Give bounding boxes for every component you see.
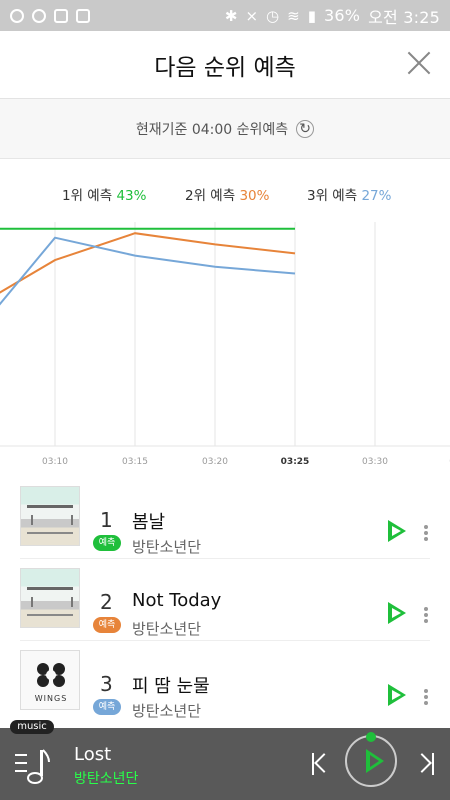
prediction-badge: 예측 bbox=[93, 535, 121, 551]
prediction-legend: 1위 예측 43% 2위 예측 30% 3위 예측 27% bbox=[0, 184, 450, 204]
x-tick-label: 03:15 bbox=[122, 457, 148, 467]
album-cover bbox=[20, 568, 80, 628]
play-pause-button[interactable] bbox=[345, 735, 397, 787]
prediction-badge: 예측 bbox=[93, 699, 121, 715]
prediction-label: 2위 예측 bbox=[185, 188, 236, 204]
next-track-icon[interactable] bbox=[412, 753, 434, 775]
clock: 오전 3:25 bbox=[368, 7, 440, 27]
prediction-3: 3위 예측 27% bbox=[307, 184, 391, 204]
track-list: 1 예측 봄날 방탄소년단 2 예측 Not Today 방탄소년단 WINGS… bbox=[0, 470, 450, 728]
x-tick-label: 03:30 bbox=[362, 457, 388, 467]
prediction-2: 2위 예측 30% bbox=[185, 184, 269, 204]
play-icon[interactable] bbox=[386, 602, 406, 624]
more-options-icon[interactable] bbox=[423, 687, 429, 707]
mini-player[interactable]: Lost 방탄소년단 bbox=[0, 728, 450, 800]
prediction-1: 1위 예측 43% bbox=[62, 184, 146, 204]
track-artist: 방탄소년단 bbox=[132, 702, 202, 720]
battery-level: 36% bbox=[323, 6, 361, 25]
series-line-3 bbox=[0, 236, 296, 306]
close-icon[interactable] bbox=[406, 50, 432, 76]
x-tick-label: 03:20 bbox=[202, 457, 228, 467]
track-rank: 2 bbox=[100, 590, 113, 614]
prediction-chart: 03:1003:1503:2003:2503:3003 bbox=[0, 222, 450, 467]
status-right: ✱ ⨯ ◷ ≋ ▮ 36% 오전 3:25 bbox=[225, 4, 440, 28]
status-bar: ✱ ⨯ ◷ ≋ ▮ 36% 오전 3:25 bbox=[0, 0, 450, 31]
previous-track-icon[interactable] bbox=[312, 753, 334, 775]
prediction-basis: 현재기준 04:00 순위예측 ↻ bbox=[0, 99, 450, 159]
alarm-icon: ◷ bbox=[266, 6, 280, 25]
now-playing-artist: 방탄소년단 bbox=[74, 771, 139, 787]
wifi-icon: ≋ bbox=[287, 6, 300, 25]
prediction-pct: 43% bbox=[116, 188, 147, 204]
basis-text: 현재기준 04:00 순위예측 bbox=[135, 121, 289, 138]
more-options-icon[interactable] bbox=[423, 523, 429, 543]
track-rank: 3 bbox=[100, 672, 113, 696]
prediction-badge: 예측 bbox=[93, 617, 121, 633]
progress-indicator[interactable] bbox=[366, 732, 376, 742]
wings-text: WINGS bbox=[34, 694, 68, 703]
track-title: Not Today bbox=[132, 590, 222, 611]
track-row-3[interactable]: WINGS 3 예측 피 땀 눈물 방탄소년단 bbox=[20, 642, 430, 722]
track-row-2[interactable]: 2 예측 Not Today 방탄소년단 bbox=[20, 560, 430, 641]
track-artist: 방탄소년단 bbox=[132, 620, 202, 638]
wings-logo-icon bbox=[37, 663, 65, 687]
play-icon[interactable] bbox=[386, 520, 406, 542]
x-tick-label: 03:25 bbox=[281, 457, 310, 467]
track-artist: 방탄소년단 bbox=[132, 538, 202, 556]
page-header: 다음 순위 예측 bbox=[0, 31, 450, 99]
prediction-label: 1위 예측 bbox=[62, 188, 113, 204]
prediction-label: 3위 예측 bbox=[307, 188, 358, 204]
music-tag: music bbox=[10, 720, 54, 734]
app-icon bbox=[10, 8, 24, 23]
x-tick-label: 03:10 bbox=[42, 457, 68, 467]
prediction-pct: 27% bbox=[361, 188, 392, 204]
bluetooth-icon: ✱ bbox=[224, 6, 238, 25]
notification-icon bbox=[76, 8, 90, 23]
track-title: 봄날 bbox=[132, 512, 166, 533]
signal-icon: ▮ bbox=[307, 6, 316, 25]
album-cover: WINGS bbox=[20, 650, 80, 710]
mute-icon: ⨯ bbox=[245, 6, 259, 25]
image-icon bbox=[54, 8, 68, 23]
album-cover bbox=[20, 486, 80, 546]
page-title: 다음 순위 예측 bbox=[154, 54, 296, 81]
prediction-pct: 30% bbox=[239, 188, 270, 204]
refresh-icon[interactable]: ↻ bbox=[296, 119, 315, 138]
now-playing-title: Lost bbox=[74, 744, 112, 765]
play-icon[interactable] bbox=[386, 684, 406, 706]
status-left-icons bbox=[10, 8, 90, 23]
music-note-icon[interactable] bbox=[15, 748, 51, 786]
track-title: 피 땀 눈물 bbox=[132, 676, 210, 697]
app-icon bbox=[32, 8, 46, 23]
track-rank: 1 bbox=[100, 508, 113, 532]
more-options-icon[interactable] bbox=[423, 605, 429, 625]
track-row-1[interactable]: 1 예측 봄날 방탄소년단 bbox=[20, 478, 430, 559]
